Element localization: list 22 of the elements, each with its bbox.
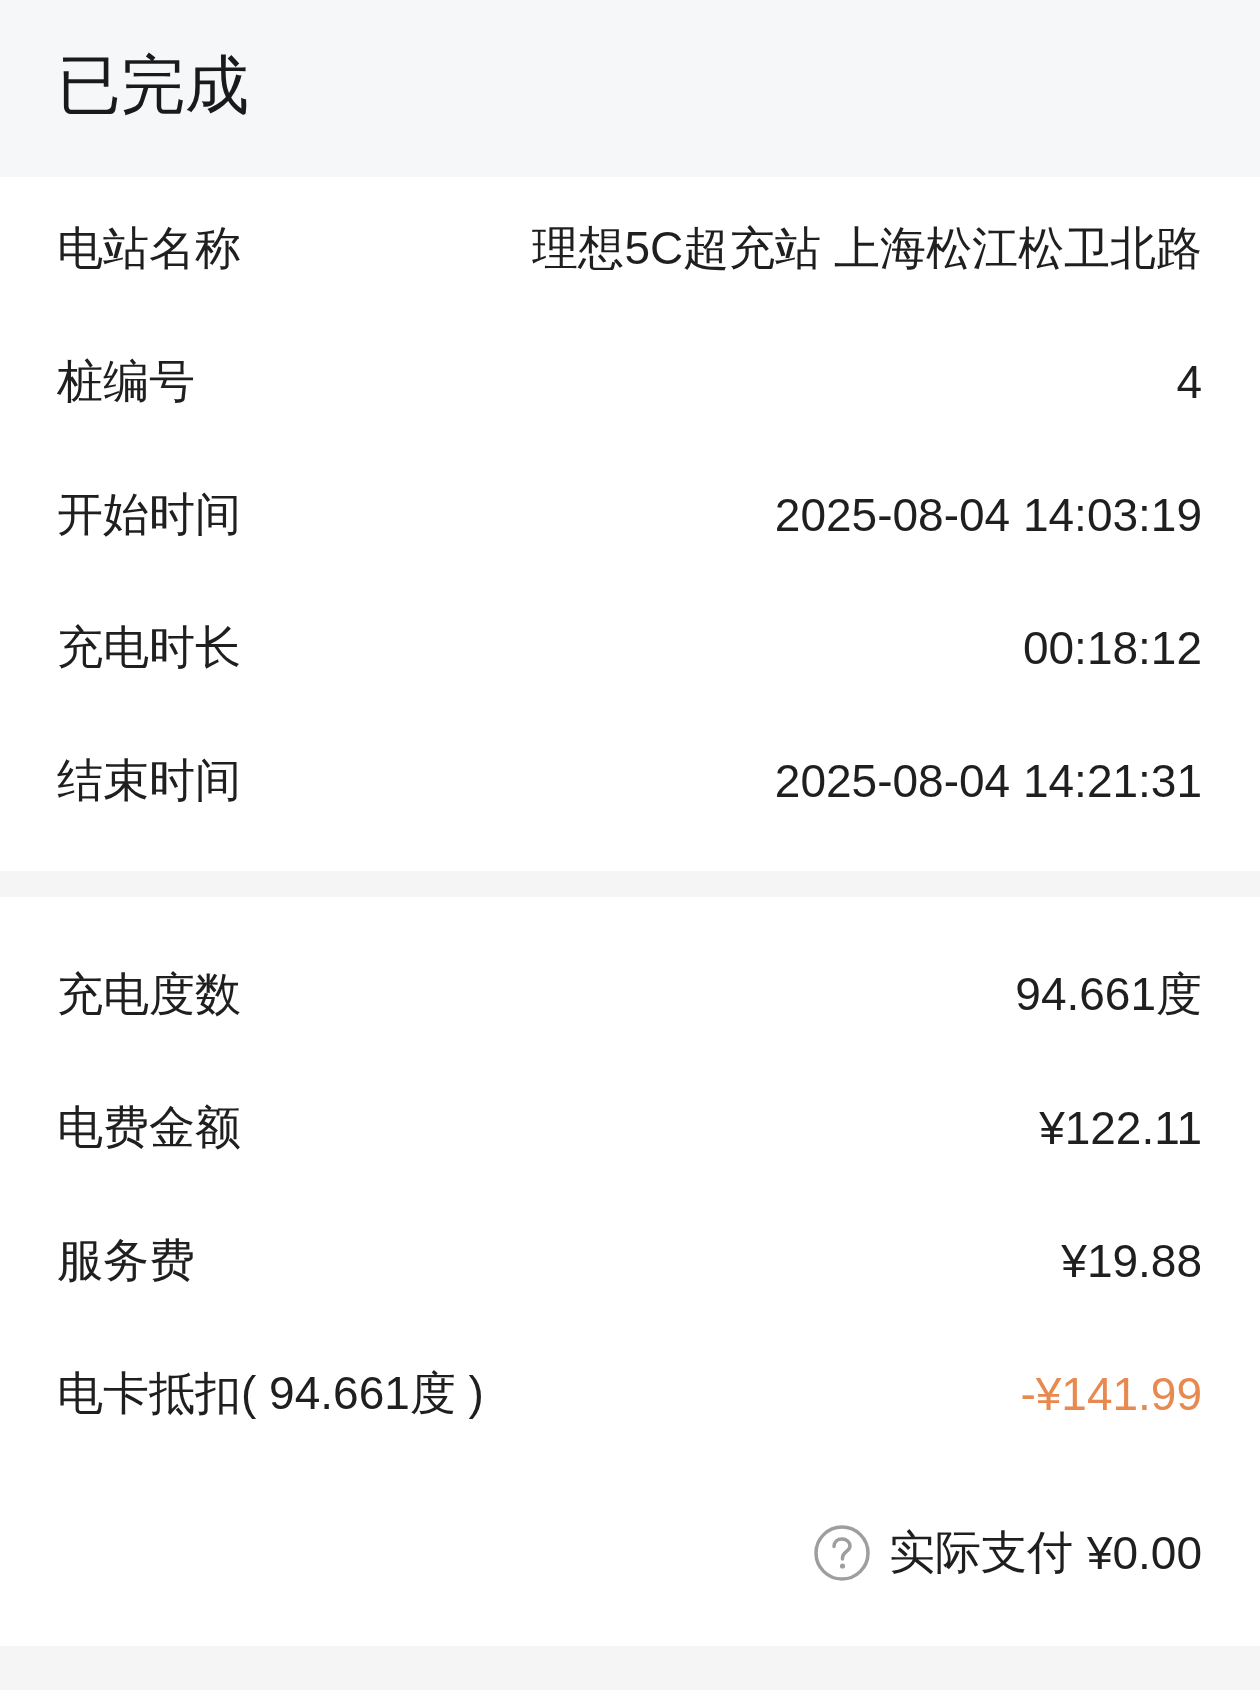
field-value: 4 [1176,354,1202,409]
field-value: 理想5C超充站 上海松江松卫北路 [532,220,1202,276]
field-label: 充电时长 [57,619,241,675]
page-title: 已完成 [57,52,249,123]
total-label: 实际支付 [888,1525,1073,1580]
field-label: 电卡抵扣( 94.661度 ) [57,1365,484,1421]
discount-value: -¥141.99 [1020,1366,1202,1421]
field-value: 2025-08-04 14:21:31 [774,753,1202,808]
field-label: 服务费 [57,1232,195,1288]
field-value: ¥19.88 [1061,1233,1202,1288]
field-label: 桩编号 [57,353,195,409]
field-label: 开始时间 [57,486,241,542]
field-label: 结束时间 [57,752,241,808]
field-label: 电费金额 [57,1099,241,1155]
field-value: 94.661度 [1015,966,1202,1022]
field-label: 充电度数 [57,966,241,1022]
field-label: 电站名称 [57,220,241,276]
help-icon[interactable] [813,1525,870,1581]
total-amount: ¥0.00 [1086,1526,1202,1580]
field-value: ¥122.11 [1039,1100,1202,1155]
field-value: 2025-08-04 14:03:19 [774,487,1202,542]
field-value: 00:18:12 [1022,620,1202,675]
